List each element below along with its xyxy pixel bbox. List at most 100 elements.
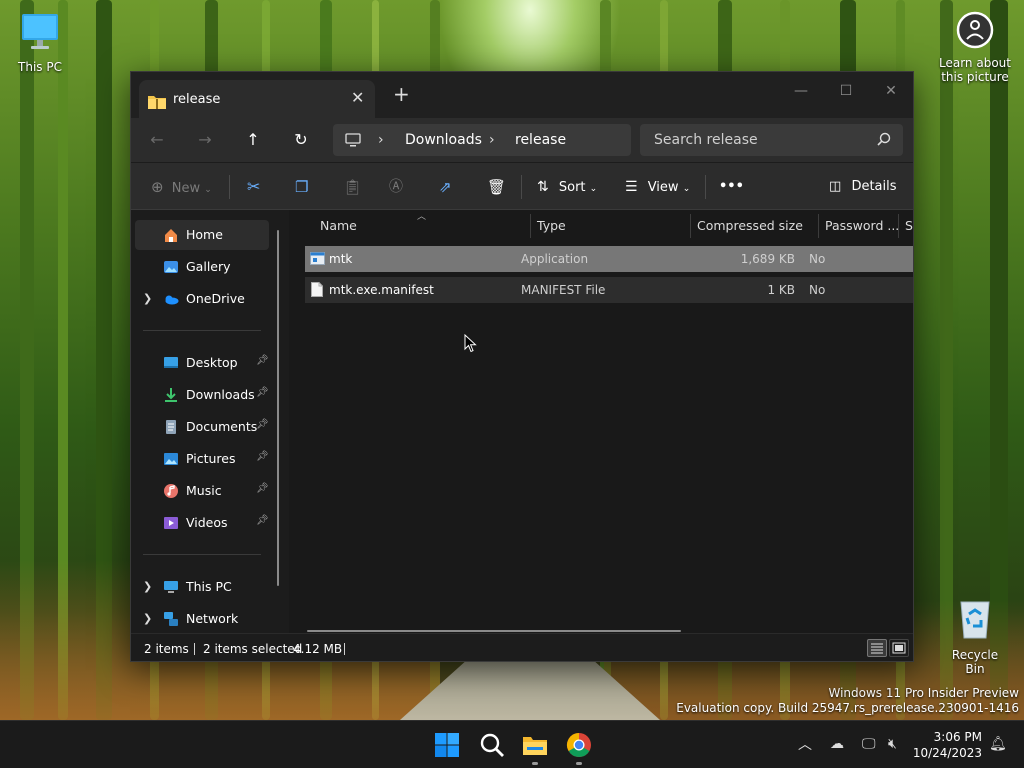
sidebar-item-downloads[interactable]: Downloads 📌︎: [135, 380, 269, 410]
back-arrow-icon[interactable]: ←: [145, 128, 169, 152]
sidebar-item-label: Downloads: [186, 387, 255, 402]
table-row[interactable]: mtk Application 1,689 KB No: [305, 246, 913, 272]
chevron-down-icon: ⌄: [682, 184, 691, 194]
search-input[interactable]: Search release: [640, 124, 903, 156]
column-header-password[interactable]: Password ...: [825, 210, 899, 242]
pin-icon[interactable]: 📌︎: [256, 515, 269, 526]
volume-muted-icon[interactable]: 🔇︎: [888, 736, 897, 752]
minimize-button[interactable]: —: [781, 78, 821, 104]
tiles-view-icon: [892, 642, 906, 654]
title-bar[interactable]: release ✕ + — ☐ ✕: [131, 72, 913, 118]
close-tab-icon[interactable]: ✕: [351, 88, 364, 107]
pin-icon[interactable]: 📌︎: [256, 483, 269, 494]
sidebar-item-desktop[interactable]: Desktop 📌︎: [135, 348, 269, 378]
sort-button[interactable]: ⇅ Sort ⌄: [537, 175, 597, 199]
breadcrumb-chevron-icon: ›: [378, 132, 384, 148]
chevron-down-icon: ⌄: [204, 185, 212, 195]
zip-folder-icon: [148, 96, 166, 109]
sidebar-item-documents[interactable]: Documents 📌︎: [135, 412, 269, 442]
camera-info-icon: [956, 11, 994, 49]
desktop-icon-label: Learn about: [939, 56, 1011, 70]
more-options-button[interactable]: •••: [719, 175, 744, 199]
breadcrumb-downloads[interactable]: Downloads: [405, 132, 482, 148]
sidebar-item-label: This PC: [186, 579, 232, 594]
sidebar-scrollbar[interactable]: [277, 230, 279, 586]
breadcrumb-release[interactable]: release: [515, 132, 566, 148]
sidebar-item-onedrive[interactable]: ❯ OneDrive: [135, 284, 269, 314]
refresh-icon[interactable]: ↻: [289, 128, 313, 152]
file-type: MANIFEST File: [521, 283, 606, 297]
pin-icon[interactable]: 📌︎: [256, 419, 269, 430]
breadcrumb[interactable]: › Downloads › release: [333, 124, 631, 156]
tiles-view-button[interactable]: [889, 639, 909, 657]
search-icon[interactable]: [478, 731, 506, 759]
maximize-button[interactable]: ☐: [826, 78, 866, 104]
sidebar-item-gallery[interactable]: Gallery: [135, 252, 269, 282]
sidebar-item-pictures[interactable]: Pictures 📌︎: [135, 444, 269, 474]
sort-icon: ⇅: [537, 179, 549, 195]
running-indicator: [532, 762, 538, 765]
system-clock[interactable]: 3:06 PM 10/24/2023: [912, 729, 982, 761]
delete-icon[interactable]: 🗑︎: [487, 175, 506, 199]
gallery-icon: [164, 261, 178, 273]
details-view-button[interactable]: [867, 639, 887, 657]
sidebar-item-home[interactable]: Home: [135, 220, 269, 250]
column-header-type[interactable]: Type: [537, 210, 566, 242]
details-button[interactable]: ◫ Details: [829, 175, 897, 199]
network-tray-icon[interactable]: 🖵︎: [862, 736, 876, 752]
pin-icon[interactable]: 📌︎: [256, 451, 269, 462]
share-icon[interactable]: ⇗: [439, 175, 452, 199]
new-button[interactable]: ⊕ New ⌄: [151, 175, 212, 199]
pin-icon[interactable]: 📌︎: [256, 387, 269, 398]
sidebar-item-videos[interactable]: Videos 📌︎: [135, 508, 269, 538]
new-tab-button[interactable]: +: [393, 82, 410, 106]
clock-date: 10/24/2023: [912, 746, 982, 760]
cut-icon[interactable]: ✂: [247, 175, 260, 199]
running-indicator: [576, 762, 582, 765]
desktop-icon-learn-about-picture[interactable]: Learn about this picture: [938, 10, 1012, 84]
notification-bell-icon[interactable]: 🔔︎: [989, 736, 1007, 752]
video-icon: [164, 517, 178, 529]
onedrive-tray-icon[interactable]: ☁: [830, 736, 844, 752]
forward-arrow-icon[interactable]: →: [193, 128, 217, 152]
sidebar-item-label: Videos: [186, 515, 228, 530]
column-header-compressed-size[interactable]: Compressed size: [697, 210, 803, 242]
taskbar: ︿ ☁ 🖵︎ 🔇︎ 3:06 PM 10/24/2023 🔔︎: [0, 720, 1024, 768]
column-header-size[interactable]: Si: [905, 210, 913, 242]
chevron-right-icon[interactable]: ❯: [143, 612, 152, 625]
watermark-edition: Windows 11 Pro Insider Preview: [828, 686, 1019, 700]
sidebar-item-music[interactable]: Music 📌︎: [135, 476, 269, 506]
file-explorer-icon[interactable]: [521, 731, 549, 759]
sidebar-item-this-pc[interactable]: ❯ This PC: [135, 572, 269, 602]
item-count: 2 items: [144, 642, 189, 656]
application-icon: [310, 252, 325, 265]
document-icon: [166, 420, 176, 434]
pin-icon[interactable]: 📌︎: [256, 355, 269, 366]
windows-start-icon[interactable]: [433, 731, 461, 759]
copy-icon[interactable]: ❐: [295, 175, 308, 199]
view-button[interactable]: ☰ View ⌄: [625, 175, 690, 199]
desktop-icon-recycle-bin[interactable]: Recycle Bin: [942, 596, 1008, 676]
rename-icon[interactable]: Ⓐ: [389, 175, 403, 199]
sidebar-item-network[interactable]: ❯ Network: [135, 604, 269, 634]
sidebar-item-label: OneDrive: [186, 291, 245, 306]
chevron-right-icon[interactable]: ❯: [143, 580, 152, 593]
column-header-name[interactable]: Name: [320, 210, 357, 242]
chrome-icon[interactable]: [565, 731, 593, 759]
chevron-right-icon[interactable]: ❯: [143, 292, 152, 305]
up-arrow-icon[interactable]: ↑: [241, 128, 265, 152]
search-icon: [877, 132, 891, 146]
address-bar: ← → ↑ ↻ › Downloads › release Search rel…: [131, 118, 913, 162]
file-name: mtk.exe.manifest: [329, 283, 434, 297]
desktop-icon-this-pc[interactable]: This PC: [12, 10, 68, 74]
paste-icon[interactable]: 📋︎: [343, 175, 362, 199]
table-row[interactable]: mtk.exe.manifest MANIFEST File 1 KB No: [305, 277, 913, 303]
horizontal-scrollbar[interactable]: [307, 630, 681, 632]
tab-release[interactable]: release ✕: [139, 80, 375, 118]
show-hidden-icons-chevron-icon[interactable]: ︿: [798, 734, 812, 754]
navigation-pane: Home Gallery ❯ OneDrive Desktop 📌︎ Downl…: [131, 210, 289, 633]
download-icon: [165, 388, 177, 402]
file-name: mtk: [329, 252, 353, 266]
close-window-button[interactable]: ✕: [871, 78, 911, 104]
desktop-folder-icon: [164, 357, 178, 368]
